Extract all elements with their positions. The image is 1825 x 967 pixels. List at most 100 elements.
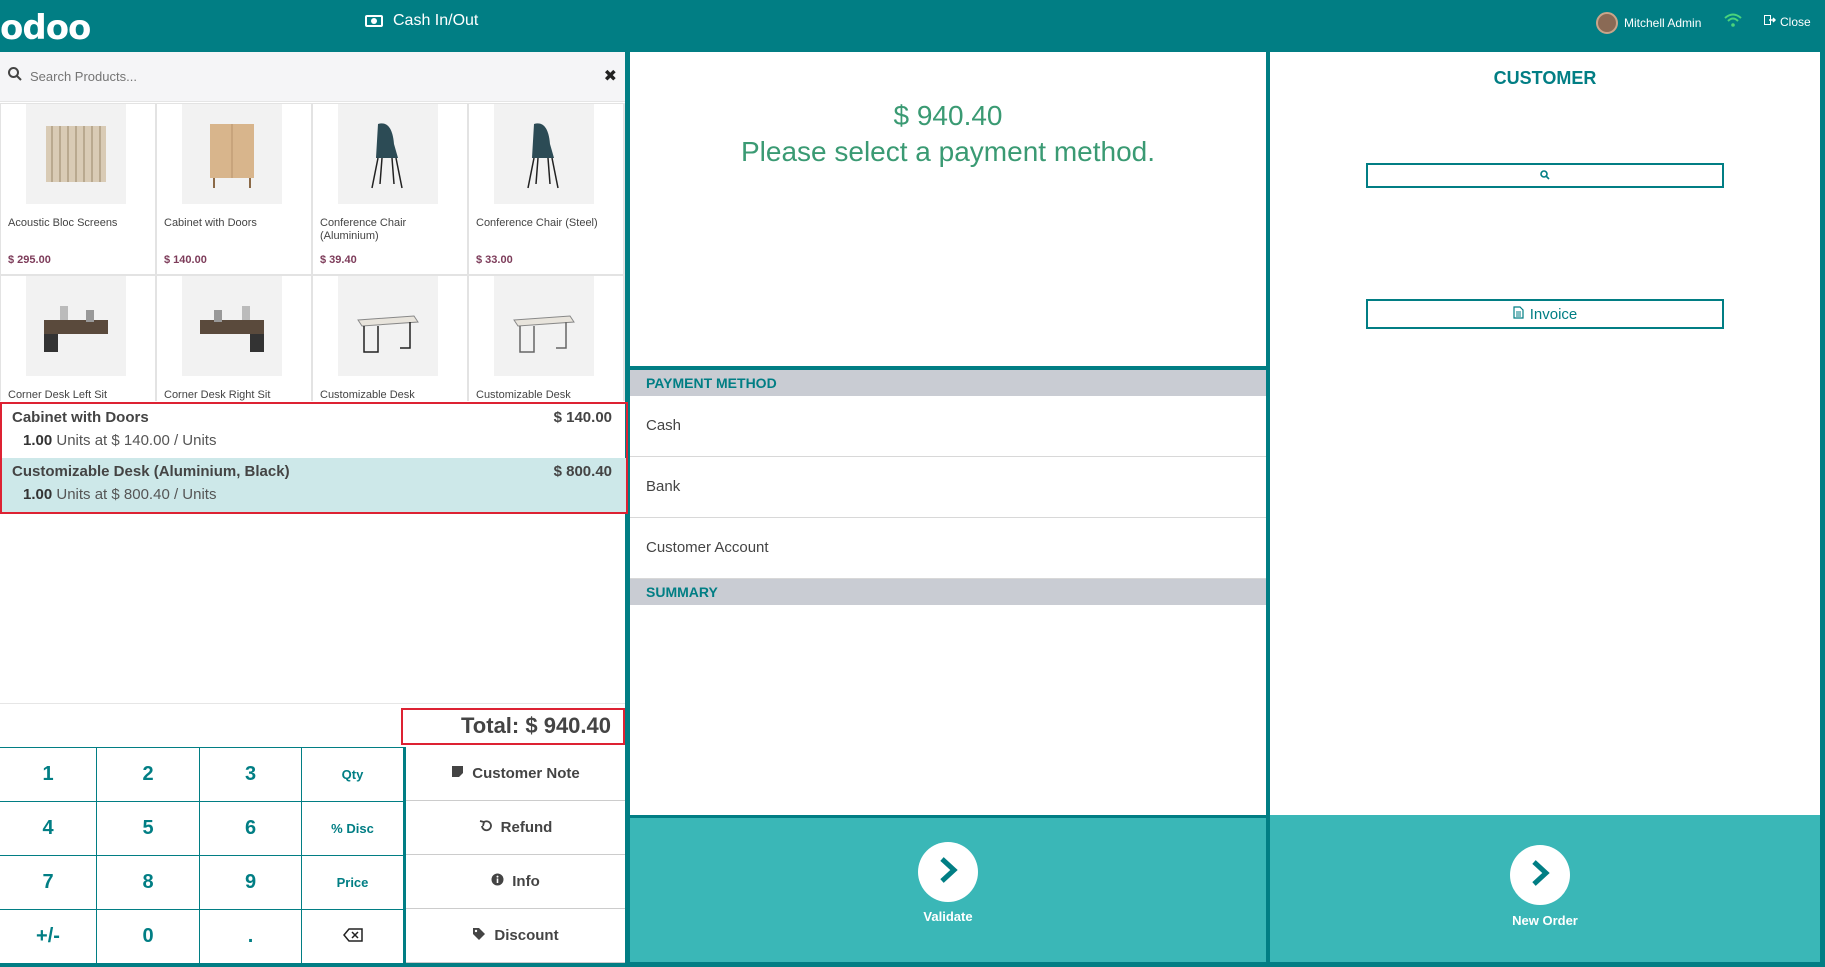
numpad-key-1[interactable]: 1	[0, 748, 97, 802]
close-button[interactable]: Close	[1764, 14, 1811, 29]
info-button[interactable]: Info	[406, 855, 625, 909]
product-price: $ 33.00	[476, 254, 513, 266]
file-icon	[1513, 305, 1524, 323]
product-card[interactable]: Conference Chair (Aluminium) $ 39.40	[312, 103, 468, 275]
product-name: Customizable Desk	[320, 389, 415, 401]
discount-label: Discount	[494, 927, 559, 944]
product-name: Customizable Desk	[476, 389, 571, 401]
numpad-key-8[interactable]: 8	[97, 856, 200, 910]
product-card[interactable]: Customizable Desk	[312, 275, 468, 401]
numpad: 1 2 3 Qty 4 5 6 % Disc 7 8 9 Price +/- 0…	[0, 747, 404, 964]
note-icon	[451, 765, 464, 782]
product-name: Conference Chair (Aluminium)	[320, 217, 407, 242]
close-label: Close	[1780, 14, 1811, 29]
search-icon	[1540, 169, 1550, 183]
customer-title: CUSTOMER	[1493, 68, 1597, 88]
numpad-key-decimal[interactable]: .	[200, 910, 302, 964]
chair-image	[338, 104, 438, 204]
tag-icon	[472, 927, 486, 945]
avatar	[1596, 12, 1618, 34]
numpad-key-plus-minus[interactable]: +/-	[0, 910, 97, 964]
order-total: Total: $ 940.40	[401, 708, 625, 745]
payment-method-bank[interactable]: Bank	[630, 457, 1266, 518]
invoice-button[interactable]: Invoice	[1366, 299, 1724, 329]
odoo-logo: odoo	[0, 8, 91, 48]
chair-image	[494, 104, 594, 204]
desk-image	[182, 276, 282, 376]
validate-label: Validate	[923, 909, 973, 924]
qty-mode-button[interactable]: Qty	[302, 748, 404, 802]
user-menu[interactable]: Mitchell Admin	[1596, 12, 1701, 34]
product-search-bar: ✖	[0, 52, 625, 102]
product-name: Acoustic Bloc Screens	[8, 217, 118, 229]
numpad-key-5[interactable]: 5	[97, 802, 200, 856]
money-icon	[365, 15, 383, 27]
search-input[interactable]	[30, 69, 580, 84]
order-line-unit-info: Units at $ 140.00 / Units	[56, 432, 217, 449]
product-price: $ 39.40	[320, 254, 357, 266]
customer-note-button[interactable]: Customer Note	[406, 747, 625, 801]
summary-header: SUMMARY	[630, 579, 1266, 605]
cash-in-out-button[interactable]: Cash In/Out	[365, 12, 478, 30]
order-line-selected[interactable]: Customizable Desk (Aluminium, Black) $ 8…	[2, 458, 626, 512]
info-label: Info	[512, 873, 540, 890]
payment-method-cash[interactable]: Cash	[630, 396, 1266, 457]
order-line[interactable]: Cabinet with Doors $ 140.00 1.00 Units a…	[2, 404, 626, 458]
product-name: Conference Chair (Steel)	[476, 217, 598, 229]
numpad-key-9[interactable]: 9	[200, 856, 302, 910]
order-line-detail: 1.00 Units at $ 140.00 / Units	[23, 432, 216, 449]
validate-button[interactable]	[918, 842, 978, 902]
product-card[interactable]: Customizable Desk	[468, 275, 624, 401]
chevron-right-icon	[936, 851, 960, 893]
numpad-key-2[interactable]: 2	[97, 748, 200, 802]
desk-image	[26, 276, 126, 376]
user-name: Mitchell Admin	[1624, 16, 1702, 30]
customer-search-button[interactable]	[1366, 163, 1724, 188]
payment-method-header: PAYMENT METHOD	[630, 370, 1266, 396]
cash-in-out-label: Cash In/Out	[393, 12, 479, 29]
product-name: Corner Desk Right Sit	[164, 389, 271, 401]
control-buttons: Customer Note Refund Info Discount	[404, 747, 625, 963]
undo-icon	[479, 819, 493, 837]
chevron-right-icon	[1528, 854, 1552, 896]
validate-zone: Validate	[630, 818, 1266, 962]
order-line-name: Cabinet with Doors	[12, 409, 149, 426]
backspace-icon	[342, 925, 363, 948]
wifi-icon	[1724, 13, 1742, 32]
numpad-key-6[interactable]: 6	[200, 802, 302, 856]
left-pane: ✖ Acoustic Bloc Screens $ 295.00 Cabinet…	[0, 52, 628, 964]
new-order-button[interactable]	[1510, 845, 1570, 905]
numpad-key-3[interactable]: 3	[200, 748, 302, 802]
numpad-key-0[interactable]: 0	[97, 910, 200, 964]
table-image	[494, 276, 594, 376]
numpad-key-4[interactable]: 4	[0, 802, 97, 856]
product-grid: Acoustic Bloc Screens $ 295.00 Cabinet w…	[0, 103, 625, 401]
numpad-key-7[interactable]: 7	[0, 856, 97, 910]
payment-method-customer-account[interactable]: Customer Account	[630, 518, 1266, 579]
backspace-button[interactable]	[302, 910, 404, 964]
order-line-price: $ 140.00	[553, 409, 612, 426]
refund-button[interactable]: Refund	[406, 801, 625, 855]
product-card[interactable]: Cabinet with Doors $ 140.00	[156, 103, 312, 275]
product-card[interactable]: Corner Desk Right Sit	[156, 275, 312, 401]
discount-button[interactable]: Discount	[406, 909, 625, 963]
table-image	[338, 276, 438, 376]
amount-due: $ 940.40	[893, 100, 1003, 131]
product-card[interactable]: Conference Chair (Steel) $ 33.00	[468, 103, 624, 275]
price-mode-button[interactable]: Price	[302, 856, 404, 910]
order-line-qty: 1.00	[23, 486, 53, 503]
invoice-label: Invoice	[1529, 305, 1578, 323]
discount-mode-button[interactable]: % Disc	[302, 802, 404, 856]
order-line-name: Customizable Desk (Aluminium, Black)	[12, 463, 290, 480]
payment-methods-panel: PAYMENT METHOD Cash Bank Customer Accoun…	[630, 370, 1266, 815]
product-card[interactable]: Corner Desk Left Sit	[0, 275, 156, 401]
clear-search-icon[interactable]: ✖	[604, 66, 617, 86]
order-lines: Cabinet with Doors $ 140.00 1.00 Units a…	[0, 402, 628, 514]
cabinet-image	[182, 104, 282, 204]
product-card[interactable]: Acoustic Bloc Screens $ 295.00	[0, 103, 156, 275]
order-line-detail: 1.00 Units at $ 800.40 / Units	[23, 486, 216, 503]
product-name: Cabinet with Doors	[164, 217, 257, 229]
top-bar: odoo Cash In/Out Mitchell Admin Close	[0, 0, 1825, 52]
customer-note-label: Customer Note	[472, 765, 580, 782]
order-line-price: $ 800.40	[553, 463, 612, 480]
